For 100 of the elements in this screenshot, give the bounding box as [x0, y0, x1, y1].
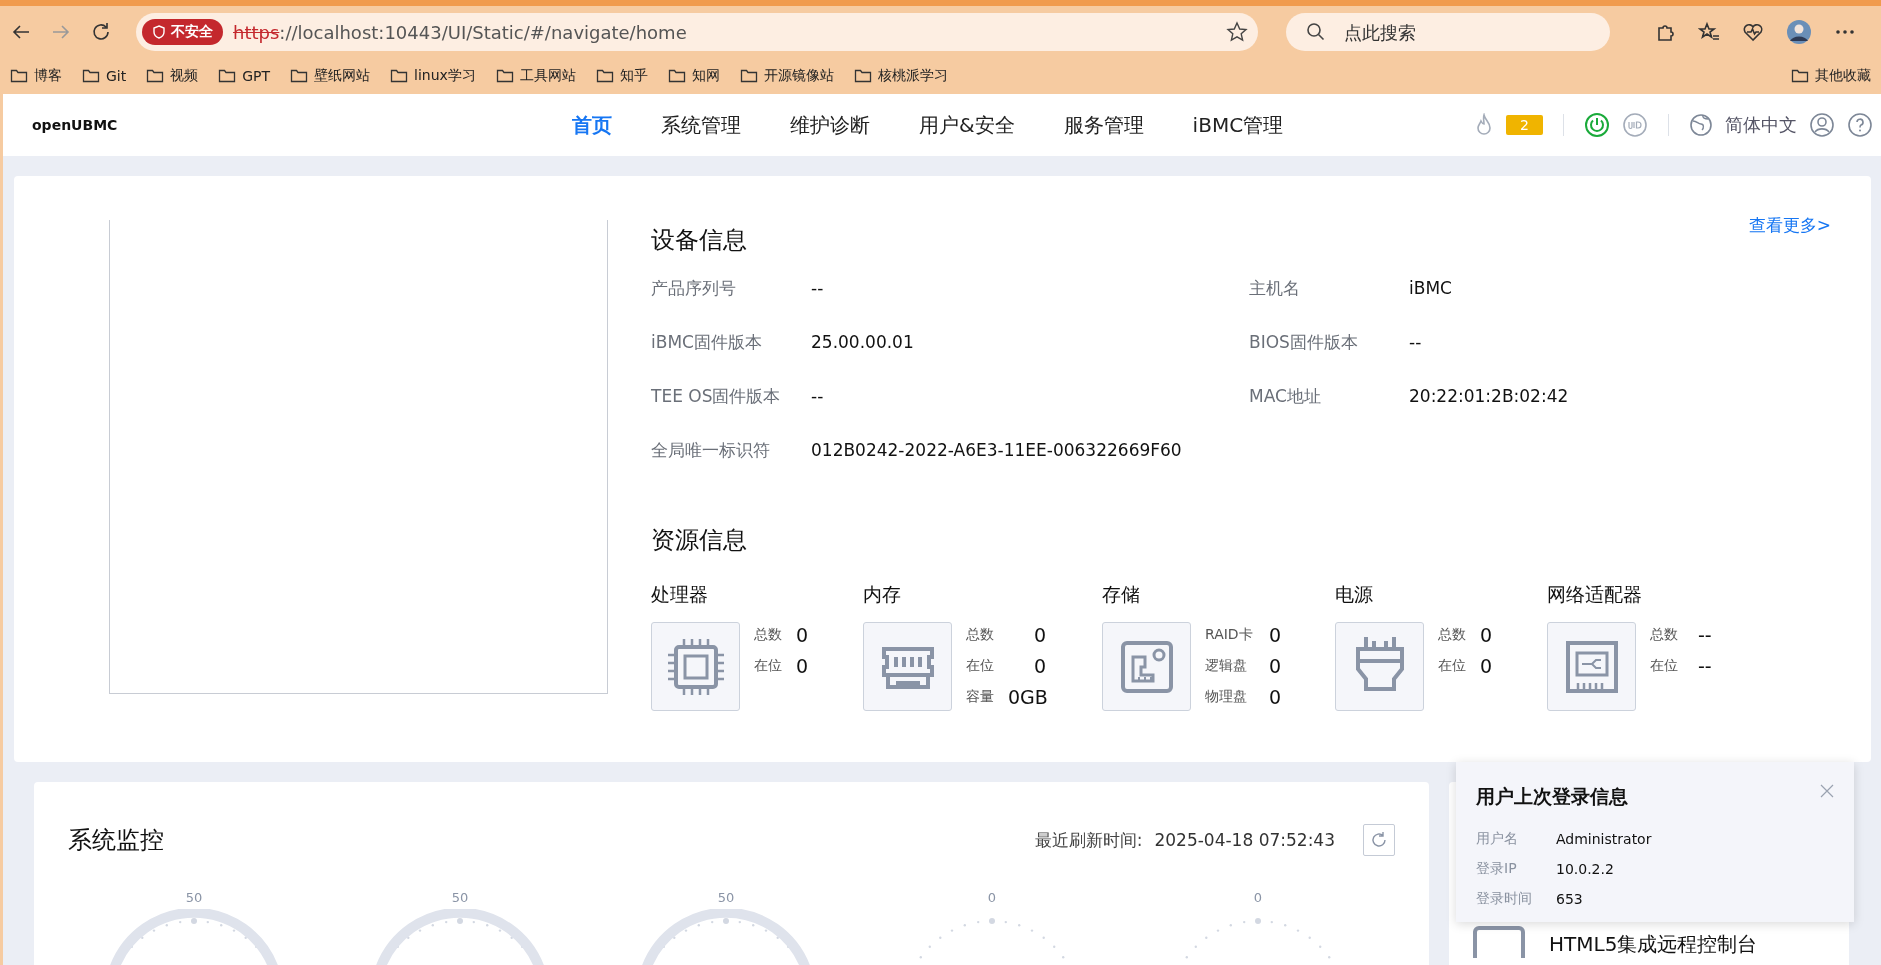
bookmark[interactable]: GPT	[218, 67, 271, 85]
folder-icon	[853, 67, 872, 85]
refresh-time: 2025-04-18 07:52:43	[1154, 830, 1335, 850]
uid-icon[interactable]	[1622, 112, 1648, 138]
field-label: TEE OS固件版本	[651, 384, 782, 408]
stat-value: 0	[796, 623, 809, 646]
field-label: MAC地址	[1249, 384, 1322, 408]
stat-value: 0GB	[1008, 685, 1048, 708]
url-text: https://localhost:10443/UI/Static/#/navigate/home	[233, 21, 688, 43]
favorites-icon[interactable]	[1698, 21, 1720, 43]
folder-icon	[1791, 67, 1809, 85]
shield-icon	[152, 25, 166, 39]
close-icon[interactable]	[1820, 784, 1834, 798]
resource-tile[interactable]	[1102, 622, 1191, 711]
resource-tile[interactable]	[863, 622, 952, 711]
stat-value: 0	[1032, 654, 1046, 677]
field-value: 012B0242-2022-A6E3-11EE-006322669F60	[811, 440, 1182, 460]
heartbeat-icon[interactable]	[1742, 21, 1764, 43]
field-value: 25.00.00.01	[811, 332, 914, 352]
star-icon[interactable]	[1226, 21, 1248, 43]
field-label: iBMC固件版本	[651, 330, 763, 354]
bookmark[interactable]: 知乎	[595, 67, 648, 85]
stat-label: 在位	[1438, 656, 1467, 675]
power-icon[interactable]	[1584, 112, 1610, 138]
bookmark[interactable]: 知网	[667, 67, 720, 85]
avatar-icon[interactable]	[1786, 19, 1812, 45]
threshold-label: 0	[1253, 890, 1263, 905]
stat-value: 0	[1269, 685, 1282, 708]
bookmark[interactable]: linux学习	[390, 67, 476, 85]
threshold-label: 50	[451, 890, 469, 905]
refresh-button[interactable]	[1363, 824, 1395, 856]
threshold-label: 50	[185, 890, 203, 905]
folder-icon	[495, 67, 514, 85]
search-field[interactable]: 点此搜索	[1286, 13, 1610, 51]
bookmark[interactable]: Git	[82, 67, 127, 85]
stat-label: 在位	[754, 656, 783, 675]
stat-value: --	[1698, 654, 1712, 677]
field-label: 登录时间	[1476, 890, 1533, 908]
resource-tile[interactable]	[1547, 622, 1636, 711]
stat-value: 0	[1032, 623, 1046, 646]
resource-name: 网络适配器	[1547, 582, 1643, 607]
help-icon[interactable]	[1847, 112, 1873, 138]
stat-label: 总数	[966, 625, 995, 644]
folder-icon	[290, 67, 309, 85]
field-value: 10.0.2.2	[1556, 861, 1614, 877]
field-label: 全局唯一标识符	[651, 438, 771, 462]
language-selector[interactable]: 简体中文	[1725, 113, 1797, 137]
folder-icon	[667, 67, 686, 85]
section-title: 设备信息	[651, 225, 747, 256]
user-icon[interactable]	[1809, 112, 1835, 138]
security-badge[interactable]: 不安全	[142, 19, 223, 45]
folder-icon	[82, 67, 100, 85]
bookmark[interactable]: 壁纸网站	[290, 67, 371, 85]
field-value: 653	[1556, 891, 1583, 907]
nav-tab[interactable]: 维护诊断	[790, 111, 870, 139]
badge-text: 不安全	[171, 23, 213, 41]
logo-text: openUBMC	[32, 117, 119, 133]
popup-title: 用户上次登录信息	[1476, 784, 1628, 809]
nav-tab[interactable]: iBMC管理	[1192, 111, 1284, 139]
field-label: 产品序列号	[651, 276, 737, 300]
stat-value: 0	[1269, 654, 1282, 677]
console-title[interactable]: HTML5集成远程控制台	[1549, 931, 1758, 958]
folder-icon	[146, 67, 165, 85]
field-value: --	[1409, 332, 1422, 352]
bookmark[interactable]: 核桃派学习	[853, 67, 948, 85]
field-label: 用户名	[1476, 830, 1519, 848]
field-value: Administrator	[1556, 831, 1652, 847]
threshold-label: 0	[987, 890, 997, 905]
field-label: BIOS固件版本	[1249, 330, 1359, 354]
resource-name: 电源	[1335, 582, 1374, 607]
address-bar[interactable]: 不安全 https://localhost:10443/UI/Static/#/navigate/home	[136, 13, 1258, 51]
resource-name: 存储	[1102, 582, 1141, 607]
field-value: iBMC	[1409, 278, 1452, 298]
folder-icon	[595, 67, 614, 85]
stat-label: 逻辑盘	[1205, 656, 1248, 675]
section-title: 系统监控	[68, 825, 164, 856]
resource-tile[interactable]	[651, 622, 740, 711]
stat-label: 在位	[1650, 656, 1679, 675]
more-link[interactable]: 查看更多>	[1748, 214, 1831, 237]
resource-tile[interactable]	[1335, 622, 1424, 711]
bookmark[interactable]: 博客	[10, 67, 62, 85]
folder-icon	[10, 67, 28, 85]
nav-tab[interactable]: 系统管理	[661, 111, 741, 139]
bookmark[interactable]: 工具网站	[495, 67, 576, 85]
field-label: 主机名	[1249, 276, 1301, 300]
nav-tab[interactable]: 用户&安全	[919, 111, 1015, 139]
stat-label: 总数	[1650, 625, 1679, 644]
bookmark[interactable]: 开源镜像站	[739, 67, 834, 85]
folder-icon	[218, 67, 237, 85]
folder-icon	[739, 67, 758, 85]
resource-name: 内存	[863, 582, 902, 607]
reload-icon[interactable]	[90, 21, 112, 43]
stat-value: 0	[1269, 623, 1282, 646]
stat-label: 在位	[966, 656, 995, 675]
nav-tab[interactable]: 服务管理	[1063, 111, 1144, 139]
nav-tab[interactable]: 首页	[572, 111, 612, 139]
bookmark[interactable]: 视频	[146, 67, 199, 85]
stat-label: 总数	[754, 625, 783, 644]
bookmark[interactable]: 其他收藏	[1791, 67, 1871, 85]
stat-value: --	[1698, 623, 1712, 646]
